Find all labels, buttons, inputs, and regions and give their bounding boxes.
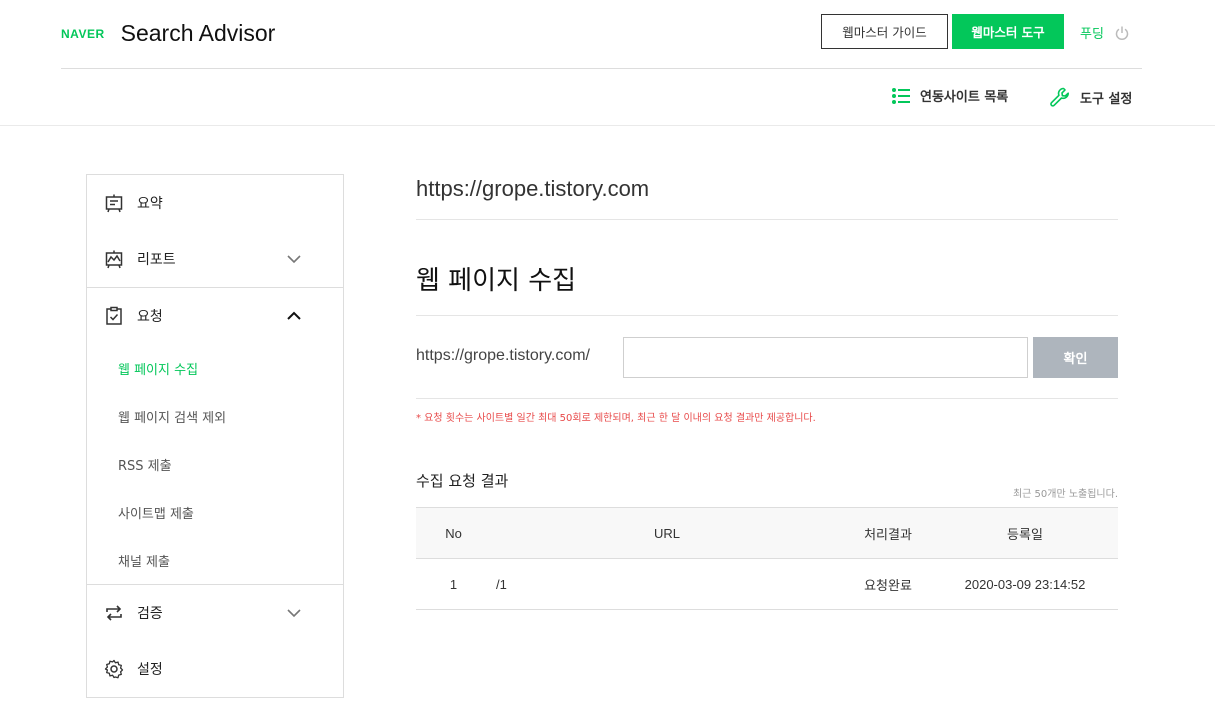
sidebar-item-verify[interactable]: 검증 [87, 585, 343, 641]
sidebar-item-report[interactable]: 리포트 [87, 231, 343, 287]
sidebar-item-label: 리포트 [137, 252, 176, 268]
sidebar-item-settings[interactable]: 설정 [87, 641, 343, 697]
webmaster-guide-button[interactable]: 웹마스터 가이드 [821, 14, 948, 49]
sidebar-item-request[interactable]: 요청 [87, 288, 343, 344]
clipboard-check-icon [106, 306, 122, 325]
row-date: 2020-03-09 23:14:52 [964, 576, 1086, 592]
naver-logo[interactable]: NAVER [61, 27, 105, 41]
repeat-icon [106, 605, 122, 621]
confirm-button[interactable]: 확인 [1033, 337, 1118, 378]
sidebar-item-summary[interactable]: 요약 [87, 175, 343, 231]
request-limit-notice: * 요청 횟수는 사이트별 일간 최대 50회로 제한되며, 최근 한 달 이내… [416, 413, 816, 424]
header-divider [61, 68, 1142, 69]
sidebar-subitem-channel-submit[interactable]: 채널 제출 [118, 551, 170, 570]
gear-icon [104, 659, 124, 679]
column-header-no: No [445, 525, 462, 541]
sidebar-subitem-web-page-collect[interactable]: 웹 페이지 수집 [118, 359, 198, 378]
divider [416, 398, 1118, 399]
page-title: 웹 페이지 수집 [416, 266, 577, 296]
user-menu[interactable]: 푸딩 [1080, 23, 1130, 42]
sidebar-item-label: 요약 [137, 196, 163, 212]
divider [416, 219, 1118, 220]
header: NAVER Search Advisor 웹마스터 가이드 웹마스터 도구 푸딩… [0, 0, 1215, 126]
chevron-down-icon[interactable] [286, 251, 302, 267]
column-header-url: URL [653, 525, 680, 541]
site-url-title: https://grope.tistory.com [416, 176, 650, 201]
linked-sites-link[interactable]: 연동사이트 목록 [891, 86, 1008, 105]
row-url: /1 [496, 576, 507, 592]
list-icon [892, 87, 910, 104]
tool-settings-label: 도구 설정 [1080, 91, 1133, 107]
column-header-date: 등록일 [1007, 527, 1043, 543]
sidebar-subitem-web-page-exclude[interactable]: 웹 페이지 검색 제외 [118, 407, 226, 426]
summary-icon [105, 194, 123, 213]
logo[interactable]: NAVER Search Advisor [61, 20, 275, 47]
linked-sites-label: 연동사이트 목록 [920, 90, 1009, 105]
row-no: 1 [449, 576, 458, 592]
table-header: No URL 처리결과 등록일 [416, 507, 1118, 559]
user-name[interactable]: 푸딩 [1080, 23, 1104, 42]
sidebar-subitem-sitemap-submit[interactable]: 사이트맵 제출 [118, 503, 194, 522]
url-input[interactable] [623, 337, 1028, 378]
wrench-icon [1050, 87, 1070, 107]
result-limit-note: 최근 50개만 노출됩니다. [1012, 489, 1118, 500]
sidebar-subitem-rss-submit[interactable]: RSS 제출 [118, 455, 172, 474]
report-icon [105, 250, 123, 269]
row-result: 요청완료 [864, 578, 912, 594]
webmaster-tool-button[interactable]: 웹마스터 도구 [952, 14, 1064, 49]
result-table: No URL 처리결과 등록일 1 /1 요청완료 2020-03-09 23:… [416, 507, 1118, 610]
sidebar-item-label: 검증 [137, 606, 163, 622]
brand-title[interactable]: Search Advisor [121, 20, 276, 47]
result-section-title: 수집 요청 결과 [416, 472, 509, 490]
power-icon[interactable] [1114, 25, 1130, 41]
sidebar-item-label: 요청 [137, 309, 163, 325]
sidebar: 요약 리포트 요청 웹 페이지 수집 웹 페이지 검색 제외 RSS 제출 사이… [86, 174, 344, 698]
divider [416, 315, 1118, 316]
sidebar-item-label: 설정 [137, 662, 163, 678]
table-row: 1 /1 요청완료 2020-03-09 23:14:52 [416, 559, 1118, 610]
chevron-up-icon[interactable] [286, 308, 302, 324]
url-prefix-label: https://grope.tistory.com/ [416, 347, 590, 364]
tool-settings-link[interactable]: 도구 설정 [1049, 86, 1132, 108]
chevron-down-icon[interactable] [286, 605, 302, 621]
column-header-result: 처리결과 [864, 527, 912, 543]
